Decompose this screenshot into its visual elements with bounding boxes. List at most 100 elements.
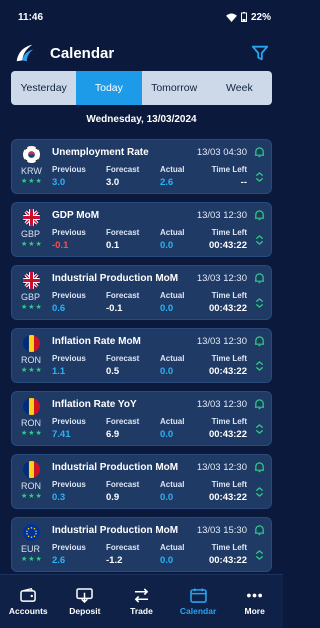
page-title: Calendar [50,44,115,62]
deposit-icon [76,587,94,603]
event-card[interactable]: GBP ★★★ GDP MoM 13/03 12:30 Previous Forecast… [11,202,272,257]
actual-value: 0.0 [160,429,174,440]
time-left-label: Time Left [211,417,247,426]
event-time: 13/03 12:30 [196,336,247,347]
event-time: 13/03 12:30 [196,210,247,221]
more-dots-icon [247,593,263,597]
battery-level: 22% [250,11,271,23]
event-time: 13/03 04:30 [196,147,247,158]
event-list: KRW ★★★ Unemployment Rate 13/03 04:30 Previo… [11,139,272,580]
tab-today[interactable]: Today [76,71,142,105]
time-left-label: Time Left [211,165,247,174]
battery-icon [240,12,247,22]
previous-value: 0.3 [52,492,66,503]
bottom-nav: Accounts Deposit Trade Calendar More [0,574,283,628]
nav-label-trade: Trade [130,605,153,616]
tab-week[interactable]: Week [207,71,272,105]
expand-chevron-icon[interactable] [255,171,264,183]
status-time: 11:46 [18,11,44,23]
expand-chevron-icon[interactable] [255,297,264,309]
forecast-value: 6.9 [106,429,120,440]
event-currency: KRW [21,166,42,176]
previous-value: 1.1 [52,366,66,377]
expand-chevron-icon[interactable] [255,549,264,561]
wifi-icon [226,12,237,22]
forecast-value: -1.2 [106,555,123,566]
bell-icon[interactable] [254,398,265,410]
nav-label-accounts: Accounts [8,605,48,616]
forecast-value: 0.1 [106,240,120,251]
flag-gb-icon [23,272,40,289]
trade-arrows-icon [134,587,149,603]
time-left-label: Time Left [211,354,247,363]
flag-ro-icon [23,461,40,478]
event-time: 13/03 12:30 [196,399,247,410]
forecast-label: Forecast [106,480,140,489]
event-currency: RON [21,355,41,365]
importance-stars: ★★★ [21,430,43,437]
nav-accounts[interactable]: Accounts [0,575,57,628]
actual-label: Actual [160,354,185,363]
time-left-value: 00:43:22 [208,303,247,314]
time-left-value: 00:43:22 [208,366,247,377]
tab-tomorrow[interactable]: Tomorrow [142,71,207,105]
wallet-icon [20,587,36,602]
previous-label: Previous [52,417,86,426]
time-left-label: Time Left [211,228,247,237]
event-card[interactable]: RON ★★★ Inflation Rate MoM 13/03 12:30 Previ… [11,328,272,383]
forecast-value: -0.1 [106,303,123,314]
selected-date: Wednesday, 13/03/2024 [86,114,197,125]
nav-label-deposit: Deposit [69,605,101,616]
previous-label: Previous [52,291,86,300]
event-card[interactable]: KRW ★★★ Unemployment Rate 13/03 04:30 Previo… [11,139,272,194]
previous-label: Previous [52,165,86,174]
previous-value: 3.0 [52,177,66,188]
nav-calendar[interactable]: Calendar [170,575,227,628]
status-bar: 11:46 22% [0,0,283,34]
event-card[interactable]: RON ★★★ Industrial Production MoM 13/03 12:… [11,454,272,509]
event-card[interactable]: GBP ★★★ Industrial Production MoM 13/03 12:… [11,265,272,320]
actual-value: 0.0 [160,555,174,566]
forecast-label: Forecast [106,228,140,237]
bell-icon[interactable] [254,524,265,536]
forecast-value: 0.9 [106,492,120,503]
previous-value: -0.1 [52,240,69,251]
importance-stars: ★★★ [21,493,43,500]
event-currency: GBP [21,292,41,302]
bell-icon[interactable] [254,272,265,284]
event-currency: RON [21,481,41,491]
nav-label-calendar: Calendar [179,605,217,616]
flag-eu-icon [23,524,40,541]
expand-chevron-icon[interactable] [255,234,264,246]
nav-trade[interactable]: Trade [113,575,170,628]
event-name: Inflation Rate MoM [52,336,141,347]
flag-gb-icon [23,209,40,226]
expand-chevron-icon[interactable] [255,360,264,372]
nav-deposit[interactable]: Deposit [57,575,114,628]
nav-more[interactable]: More [226,575,283,628]
event-name: Industrial Production MoM [52,525,179,536]
bell-icon[interactable] [254,209,265,221]
event-card[interactable]: EUR ★★★ Industrial Production MoM 13/03 15:… [11,517,272,572]
importance-stars: ★★★ [21,556,43,563]
time-left-value: 00:43:22 [208,429,247,440]
nav-label-more: More [244,605,265,616]
actual-label: Actual [160,417,185,426]
flag-ro-icon [23,398,40,415]
event-currency: EUR [21,544,41,554]
status-icons: 22% [226,12,271,23]
actual-value: 0.0 [160,240,174,251]
expand-chevron-icon[interactable] [255,486,264,498]
event-card[interactable]: RON ★★★ Inflation Rate YoY 13/03 12:30 Previ… [11,391,272,446]
filter-icon[interactable] [251,44,269,62]
expand-chevron-icon[interactable] [255,423,264,435]
importance-stars: ★★★ [21,178,43,185]
actual-label: Actual [160,291,185,300]
bell-icon[interactable] [254,335,265,347]
bell-icon[interactable] [254,146,265,158]
day-tabs: Yesterday Today Tomorrow Week [11,71,272,105]
bell-icon[interactable] [254,461,265,473]
forecast-label: Forecast [106,354,140,363]
tab-yesterday[interactable]: Yesterday [11,71,76,105]
event-time: 13/03 12:30 [196,273,247,284]
